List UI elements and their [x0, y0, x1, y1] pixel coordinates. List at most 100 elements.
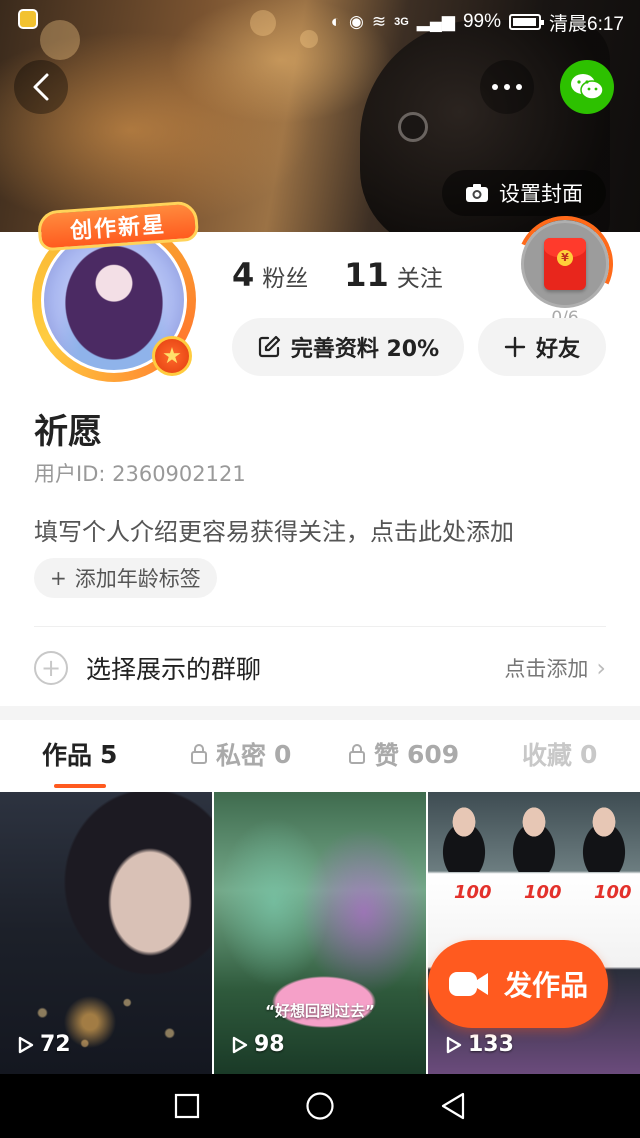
- group-chat-row[interactable]: + 选择展示的群聊 点击添加 ›: [34, 640, 606, 696]
- play-count-value: 72: [40, 1032, 71, 1057]
- tab-favorites-label: 收藏: [522, 741, 573, 770]
- add-age-tag-label: 添加年龄标签: [74, 567, 201, 591]
- eye-icon: ◉: [349, 12, 364, 31]
- group-chat-action[interactable]: 点击添加 ›: [504, 653, 606, 683]
- publish-label: 发作品: [503, 969, 588, 1002]
- wifi-icon: ≋: [371, 12, 387, 31]
- status-bar: ◐ ◉ ≋ 3G ▂▄▆ 99% 清晨6:17: [0, 0, 640, 44]
- followers-label: 粉丝: [262, 266, 309, 292]
- clock: 清晨6:17: [549, 13, 624, 35]
- tab-works[interactable]: 作品 5: [42, 736, 117, 772]
- edit-icon: [258, 335, 280, 358]
- tab-works-label: 作品: [42, 741, 93, 770]
- complete-profile-label: 完善资料 20%: [290, 337, 440, 362]
- tab-works-count: 5: [100, 739, 118, 769]
- recents-button[interactable]: [165, 1084, 209, 1128]
- following-label: 关注: [396, 266, 443, 292]
- hundred-emoji: 100: [524, 882, 562, 903]
- play-count-value: 133: [468, 1032, 514, 1057]
- tab-favorites[interactable]: 收藏 0: [522, 736, 597, 772]
- hundred-emoji: 100: [594, 882, 632, 903]
- red-packet-task[interactable]: 0/6: [503, 202, 627, 332]
- section-separator: [0, 706, 640, 720]
- video-thumbnail[interactable]: 72: [0, 792, 212, 1074]
- following-stat[interactable]: 11 关注: [344, 256, 443, 294]
- back-arrow-icon: [33, 73, 49, 101]
- status-left: [18, 9, 38, 35]
- lock-icon: [191, 744, 207, 764]
- red-packet-icon: [544, 238, 586, 290]
- user-id: 用户ID: 2360902121: [34, 462, 246, 486]
- chevron-right-icon: ›: [596, 654, 606, 682]
- nfc-icon: ◐: [330, 12, 341, 31]
- system-nav-bar: [0, 1074, 640, 1138]
- wechat-share-button[interactable]: [560, 60, 614, 114]
- video-thumbnail[interactable]: “好想回到过去” 98: [214, 792, 426, 1074]
- complete-profile-button[interactable]: 完善资料 20%: [232, 318, 464, 376]
- tab-likes-count: 609: [407, 739, 460, 769]
- hundred-emoji: 100: [454, 882, 492, 903]
- avatar[interactable]: 创作新星 ★: [20, 200, 210, 385]
- video-camera-icon: [448, 972, 488, 996]
- profile-name: 祈愿: [34, 412, 102, 452]
- triangle-back-icon: [442, 1092, 465, 1120]
- tab-likes[interactable]: 赞 609: [348, 736, 459, 772]
- more-button[interactable]: [480, 60, 534, 114]
- tab-private-label: 私密: [216, 741, 267, 770]
- following-count: 11: [344, 256, 389, 294]
- lock-icon: [349, 744, 365, 764]
- active-tab-indicator: [54, 784, 106, 788]
- more-dots-icon: [492, 84, 522, 90]
- add-friend-label: 好友: [535, 337, 580, 362]
- cover-motorcycle-light: [398, 112, 428, 142]
- set-cover-label: 设置封面: [499, 182, 583, 206]
- play-count-value: 98: [254, 1032, 285, 1057]
- bio-input[interactable]: 填写个人介绍更容易获得关注，点击此处添加: [34, 512, 514, 547]
- play-count: 72: [18, 1032, 71, 1057]
- video-caption: “好想回到过去”: [265, 1002, 375, 1020]
- add-circle-icon: +: [34, 651, 68, 685]
- tab-favorites-count: 0: [580, 739, 598, 769]
- group-chat-label: 选择展示的群聊: [86, 655, 262, 684]
- followers-count: 4: [232, 256, 255, 294]
- divider: [34, 626, 606, 627]
- red-packet-circle: [521, 220, 609, 308]
- creator-badge: 创作新星: [36, 200, 200, 252]
- star-badge-icon: ★: [152, 336, 192, 376]
- circle-icon: [306, 1092, 334, 1120]
- play-icon: [18, 1036, 34, 1053]
- signal-icon: ▂▄▆: [416, 12, 455, 31]
- battery-percent: 99%: [462, 11, 502, 32]
- nav-back-button[interactable]: [431, 1084, 475, 1128]
- network-type: 3G: [394, 16, 409, 28]
- publish-button[interactable]: 发作品: [428, 940, 608, 1028]
- back-button[interactable]: [14, 60, 68, 114]
- tab-likes-label: 赞: [374, 741, 400, 770]
- video-grid: 72 “好想回到过去” 98 100 100 100 133: [0, 792, 640, 1074]
- square-icon: [174, 1093, 199, 1119]
- play-icon: [232, 1036, 248, 1053]
- plus-icon: [504, 336, 526, 358]
- play-count: 133: [446, 1032, 514, 1057]
- plus-icon: +: [50, 566, 67, 590]
- video-figures: [428, 792, 640, 872]
- profile-stats: 4 粉丝 11 关注: [232, 256, 443, 294]
- content-tabs: 作品 5 私密 0 赞 609 收藏 0: [0, 720, 640, 792]
- video-thumbnail[interactable]: 100 100 100 133: [428, 792, 640, 1074]
- home-button[interactable]: [298, 1084, 342, 1128]
- battery-icon: [509, 14, 545, 30]
- status-right: ◐ ◉ ≋ 3G ▂▄▆ 99% 清晨6:17: [331, 9, 624, 36]
- wechat-icon: [571, 74, 604, 100]
- city-lights: [0, 972, 212, 1074]
- play-icon: [446, 1036, 462, 1053]
- group-chat-left: + 选择展示的群聊: [34, 650, 261, 686]
- add-friend-button[interactable]: 好友: [478, 318, 606, 376]
- notification-app-icon: [18, 9, 38, 29]
- group-chat-action-label: 点击添加: [504, 657, 589, 681]
- followers-stat[interactable]: 4 粉丝: [232, 256, 308, 294]
- set-cover-button[interactable]: 设置封面: [442, 170, 606, 216]
- camera-icon: [466, 184, 488, 202]
- tab-private[interactable]: 私密 0: [190, 736, 291, 772]
- tab-private-count: 0: [274, 739, 292, 769]
- add-age-tag-button[interactable]: + 添加年龄标签: [34, 558, 217, 598]
